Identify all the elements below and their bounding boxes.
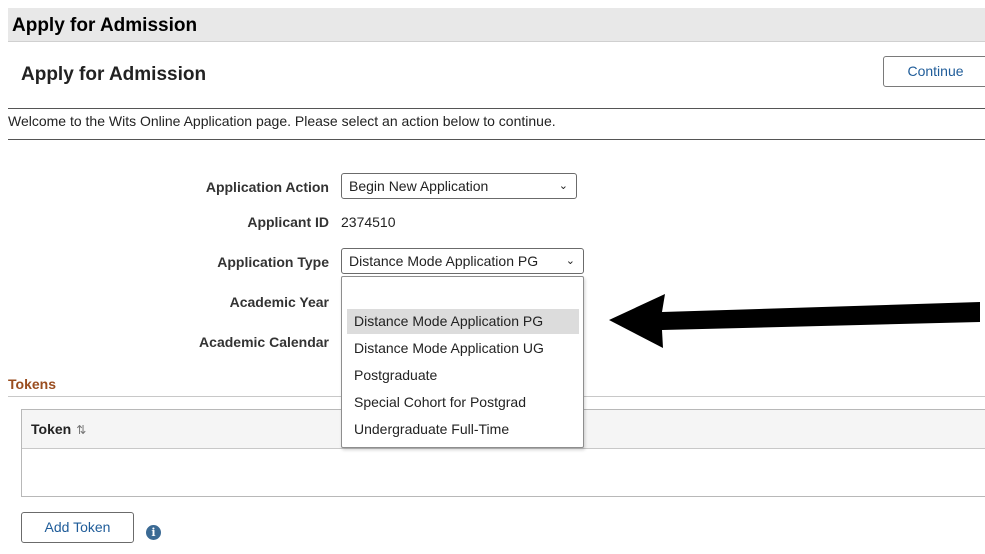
dropdown-option[interactable]: Distance Mode Application UG (347, 336, 579, 361)
welcome-text: Welcome to the Wits Online Application p… (8, 113, 556, 129)
academic-year-label: Academic Year (229, 294, 329, 310)
application-action-select[interactable]: Begin New Application ⌄ (341, 173, 577, 199)
top-header-bar: Apply for Admission (8, 8, 985, 42)
chevron-down-icon: ⌄ (565, 255, 575, 267)
application-action-value: Begin New Application (349, 178, 489, 194)
add-token-button[interactable]: Add Token (21, 512, 134, 543)
dropdown-option[interactable]: Undergraduate Full-Time (347, 417, 579, 442)
dropdown-option[interactable]: Distance Mode Application PG (347, 309, 579, 334)
application-type-select[interactable]: Distance Mode Application PG ⌄ (341, 248, 584, 274)
continue-button[interactable]: Continue (883, 56, 985, 87)
header-title: Apply for Admission (12, 15, 198, 36)
academic-calendar-label: Academic Calendar (199, 334, 329, 350)
divider-bottom (8, 139, 985, 140)
application-type-label: Application Type (217, 254, 329, 270)
application-action-label: Application Action (205, 179, 329, 195)
info-icon[interactable]: i (146, 525, 161, 540)
application-type-value: Distance Mode Application PG (349, 253, 539, 269)
chevron-down-icon: ⌄ (558, 180, 568, 192)
token-column-header[interactable]: Token ⇅ (31, 421, 86, 437)
dropdown-option[interactable]: Postgraduate (347, 363, 579, 388)
applicant-id-value: 2374510 (341, 214, 396, 230)
annotation-arrow-icon (609, 294, 980, 348)
page-title: Apply for Admission (21, 64, 207, 85)
sort-icon[interactable]: ⇅ (76, 423, 86, 437)
tokens-section-title: Tokens (8, 376, 56, 392)
divider-top (8, 108, 985, 109)
application-type-dropdown-list: Distance Mode Application PG Distance Mo… (341, 276, 584, 448)
applicant-id-label: Applicant ID (247, 214, 329, 230)
dropdown-option[interactable]: Special Cohort for Postgrad (347, 390, 579, 415)
